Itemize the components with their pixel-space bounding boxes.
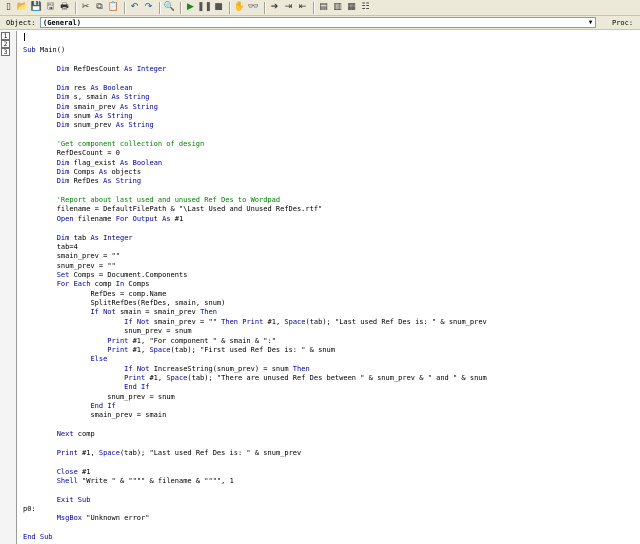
code-line[interactable]: Print #1, Space(tab); "First used Ref De… [23, 346, 640, 355]
locals-icon[interactable]: ▤ [317, 1, 330, 14]
step-over-icon[interactable]: ⇥ [282, 1, 295, 14]
code-line[interactable]: Dim smain_prev As String [23, 103, 640, 112]
undo-icon[interactable]: ↶ [128, 1, 141, 14]
code-line[interactable]: snum_prev = "" [23, 262, 640, 271]
code-line[interactable]: snum_prev = snum [23, 393, 640, 402]
code-line[interactable]: SplitRefDes(RefDes, smain, snum) [23, 299, 640, 308]
new-icon[interactable]: ▯ [2, 1, 15, 14]
code-line[interactable]: Dim tab As Integer [23, 234, 640, 243]
code-line[interactable]: snum_prev = snum [23, 327, 640, 336]
code-line[interactable]: Dim Comps As objects [23, 168, 640, 177]
code-line[interactable] [23, 486, 640, 495]
code-line[interactable]: Next comp [23, 430, 640, 439]
open-icon[interactable]: 📂 [16, 1, 29, 14]
breakpoint-hand-icon[interactable]: ✋ [233, 1, 246, 14]
cut-icon[interactable]: ✂ [79, 1, 92, 14]
print-icon[interactable]: 🖶 [58, 1, 71, 14]
save-icon[interactable]: 💾 [30, 1, 43, 14]
chevron-down-icon[interactable]: ▼ [586, 18, 595, 27]
code-line[interactable]: Else [23, 355, 640, 364]
code-line[interactable]: Close #1 [23, 468, 640, 477]
code-line[interactable]: smain_prev = smain [23, 411, 640, 420]
code-line[interactable]: Print #1, "For component " & smain & ":" [23, 337, 640, 346]
line-number-marker: 3 [1, 48, 10, 56]
save-all-icon[interactable]: 🖫 [44, 1, 57, 14]
code-line[interactable] [23, 131, 640, 140]
redo-icon[interactable]: ↷ [142, 1, 155, 14]
copy-icon[interactable]: ⧉ [93, 1, 106, 14]
code-line[interactable]: Dim s, smain As String [23, 93, 640, 102]
code-line[interactable] [23, 56, 640, 65]
code-line[interactable]: RefDesCount = 0 [23, 149, 640, 158]
properties-icon[interactable]: ☷ [359, 1, 372, 14]
code-line[interactable]: 'Report about last used and unused Ref D… [23, 196, 640, 205]
toolbar-separator [313, 1, 314, 14]
code-line[interactable]: If Not smain_prev = "" Then Print #1, Sp… [23, 318, 640, 327]
code-line[interactable]: Print #1, Space(tab); "There are unused … [23, 374, 640, 383]
line-number-gutter: 123 [0, 31, 17, 544]
immediate-icon[interactable]: ▥ [331, 1, 344, 14]
run-icon[interactable]: ▶ [184, 1, 197, 14]
code-line[interactable]: Dim RefDesCount As Integer [23, 65, 640, 74]
code-line[interactable]: tab=4 [23, 243, 640, 252]
code-line[interactable]: Shell "Write " & """" & filename & """",… [23, 477, 640, 486]
code-line[interactable]: If Not smain = smain_prev Then [23, 308, 640, 317]
toolbar-separator [180, 1, 181, 14]
code-editor[interactable]: Sub Main() Dim RefDesCount As Integer Di… [18, 31, 640, 544]
pause-icon[interactable]: ❚❚ [197, 1, 212, 14]
code-line[interactable] [23, 458, 640, 467]
object-dropdown-value: (General) [43, 19, 81, 27]
code-line[interactable]: p0: [23, 505, 640, 514]
code-line[interactable] [23, 74, 640, 83]
toolbar-separator [75, 1, 76, 14]
code-line[interactable] [23, 421, 640, 430]
code-line[interactable]: Dim snum As String [23, 112, 640, 121]
code-line[interactable] [23, 524, 640, 533]
code-line[interactable]: Dim res As Boolean [23, 84, 640, 93]
paste-icon[interactable]: 📋 [107, 1, 120, 14]
toolbar-separator [264, 1, 265, 14]
code-line[interactable]: Dim snum_prev As String [23, 121, 640, 130]
step-into-icon[interactable]: ➔ [268, 1, 281, 14]
line-number-marker: 2 [1, 40, 10, 48]
toolbar-separator [159, 1, 160, 14]
step-out-icon[interactable]: ⇤ [296, 1, 309, 14]
code-line[interactable]: For Each comp In Comps [23, 280, 640, 289]
code-line[interactable]: Exit Sub [23, 496, 640, 505]
code-line[interactable]: smain_prev = "" [23, 252, 640, 261]
code-text[interactable]: Sub Main() Dim RefDesCount As Integer Di… [23, 37, 640, 542]
code-line[interactable] [23, 37, 640, 46]
code-line[interactable]: 'Get component collection of design [23, 140, 640, 149]
find-icon[interactable]: 🔍 [163, 1, 176, 14]
code-line[interactable]: Open filename For Output As #1 [23, 215, 640, 224]
watch-icon[interactable]: 👓 [247, 1, 260, 14]
code-line[interactable]: Print #1, Space(tab); "Last used Ref Des… [23, 449, 640, 458]
code-line[interactable]: Sub Main() [23, 46, 640, 55]
object-browser-icon[interactable]: ▦ [345, 1, 358, 14]
code-line[interactable]: End If [23, 402, 640, 411]
code-line[interactable]: MsgBox "Unknown error" [23, 514, 640, 523]
standard-toolbar: ▯ 📂 💾 🖫 🖶 ✂ ⧉ 📋 ↶ ↷ 🔍 ▶ ❚❚ ■ ✋ 👓 ➔ ⇥ ⇤ ▤ ▥ ▦ ☷ [0, 0, 640, 16]
code-line[interactable]: Dim RefDes As String [23, 177, 640, 186]
code-line[interactable]: filename = DefaultFilePath & "\Last Used… [23, 205, 640, 214]
stop-icon[interactable]: ■ [212, 1, 225, 14]
code-line[interactable] [23, 187, 640, 196]
object-label: Object: [6, 19, 36, 27]
toolbar-separator [229, 1, 230, 14]
toolbar-separator [124, 1, 125, 14]
line-number-marker: 1 [1, 32, 10, 40]
code-line[interactable]: Dim flag_exist As Boolean [23, 159, 640, 168]
procedure-label: Proc: [612, 19, 634, 27]
code-line[interactable]: If Not IncreaseString(snum_prev) = snum … [23, 365, 640, 374]
code-line[interactable]: End Sub [23, 533, 640, 542]
code-line[interactable]: RefDes = comp.Name [23, 290, 640, 299]
code-line[interactable] [23, 439, 640, 448]
code-line[interactable]: End If [23, 383, 640, 392]
code-line[interactable] [23, 224, 640, 233]
code-line[interactable]: Set Comps = Document.Components [23, 271, 640, 280]
object-procedure-bar: Object: (General) ▼ Proc: [0, 16, 640, 30]
object-dropdown[interactable]: (General) ▼ [40, 17, 596, 28]
